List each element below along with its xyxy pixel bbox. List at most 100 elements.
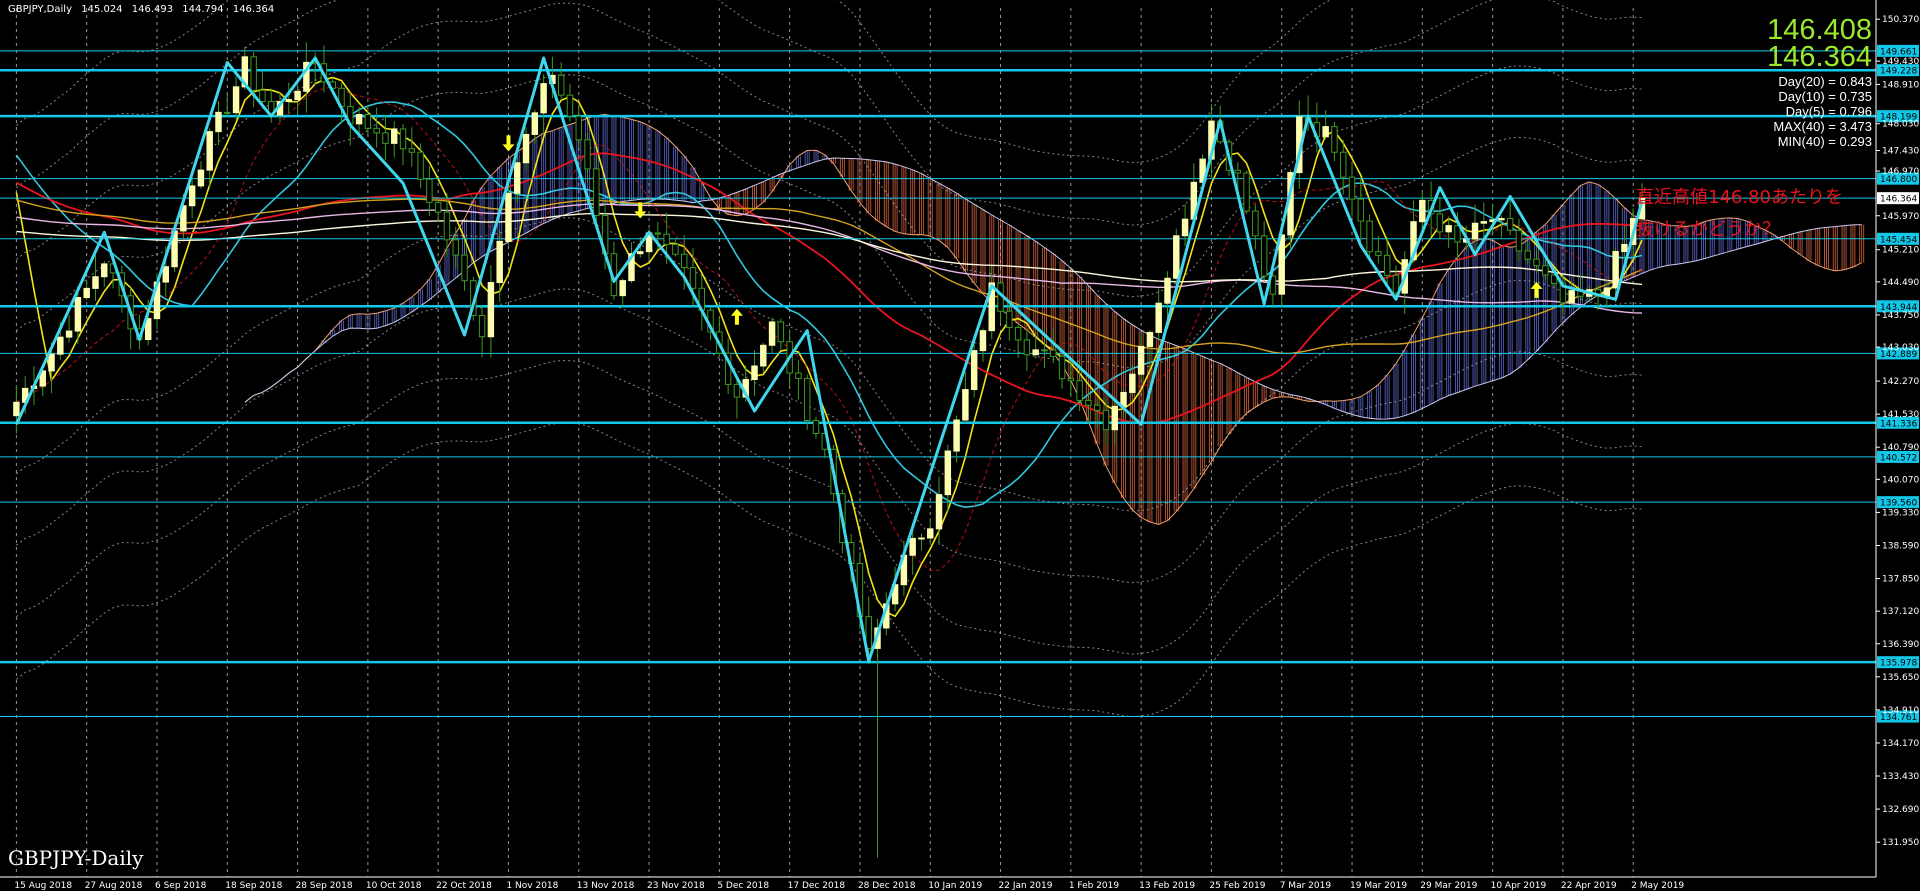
candle-bear [575,115,582,141]
candle-bear [443,211,451,241]
x-tick-label: 28 Dec 2018 [858,881,916,891]
candle-bull [927,528,934,539]
candle-bear [1366,220,1373,253]
candle-bull [1181,218,1189,237]
x-tick-label: 10 Apr 2019 [1491,881,1547,891]
candle-bull [65,330,73,338]
candle-bear [1533,258,1540,267]
y-tick-label: 137.120 [1882,607,1919,617]
candle-bear [364,113,372,129]
y-tick-label: 143.030 [1882,343,1919,353]
x-tick-label: 6 Sep 2018 [155,881,207,891]
candle-bull [1155,302,1162,333]
candle-bear [1006,310,1013,329]
candle-bull [970,350,978,391]
candle-bull [197,169,205,187]
y-tick-label: 146.970 [1882,167,1919,177]
candle-bear [777,321,785,343]
x-tick-label: 25 Feb 2019 [1209,881,1265,891]
annotation-line-1: 直近高値146.80あたりを [1636,187,1843,208]
candle-bull [496,240,503,284]
level-label: 140.572 [1880,453,1917,463]
stat-max40: MAX(40) = 3.473 [1773,119,1872,134]
x-tick-label: 22 Apr 2019 [1561,881,1617,891]
candle-bear [1243,172,1250,212]
stat-day5: Day(5) = 0.796 [1785,104,1872,119]
candle-bull [1120,391,1127,407]
candle-bear [259,89,266,103]
y-tick-label: 132.690 [1882,805,1919,815]
candle-bull [232,86,240,114]
symbol-timeframe: GBPJPY,Daily [8,4,72,15]
candle-bear [1102,409,1110,431]
x-tick-label: 19 Mar 2019 [1350,881,1407,891]
candle-bear [680,253,688,268]
candle-bull [1603,287,1611,297]
candle-bear [1067,378,1075,382]
x-tick-label: 5 Dec 2018 [717,881,769,891]
candle-bear [812,420,820,434]
candle-bear [250,56,257,91]
candle-bear [1542,265,1549,276]
candle-bear [1085,399,1092,406]
candle-bear [1357,198,1365,222]
x-tick-label: 1 Nov 2018 [506,881,558,891]
y-tick-label: 140.070 [1882,475,1919,485]
level-label: 139.560 [1880,499,1917,509]
candle-bear [654,232,662,235]
candle-bull [294,90,301,101]
candle-bull [188,185,196,207]
y-tick-label: 148.910 [1882,80,1919,90]
price-chart[interactable]: 149.661149.228148.199146.800146.364145.4… [0,0,1920,891]
candle-bear [426,178,433,203]
level-label: 145.454 [1880,235,1917,245]
candle-bear [689,266,697,289]
y-tick-label: 138.590 [1882,541,1919,551]
level-label: 141.336 [1880,419,1917,429]
x-tick-label: 13 Nov 2018 [577,881,635,891]
candle-bear [1506,218,1514,231]
x-tick-label: 7 Mar 2019 [1280,881,1332,891]
x-tick-label: 22 Jan 2019 [999,881,1053,891]
candle-bear [1050,349,1057,357]
candle-bull [522,133,530,164]
high-value: 146.493 [131,4,174,15]
chart-header: GBPJPY,Daily 145.024 146.493 144.794 146… [8,4,280,15]
candle-bull [391,128,398,144]
level-label: 149.661 [1880,47,1917,57]
candle-bear [1331,126,1338,153]
candle-bull [1568,290,1575,304]
y-tick-label: 137.850 [1882,575,1919,585]
x-tick-label: 27 Aug 2018 [85,881,143,891]
candle-bull [962,389,969,421]
candle-bull [979,330,987,352]
candle-bear [1260,235,1268,277]
candle-bull [101,263,108,278]
level-label: 149.228 [1880,67,1917,77]
candle-bull [215,111,222,133]
y-tick-label: 136.390 [1882,640,1919,650]
candle-bull [944,450,952,496]
candle-bull [1419,199,1426,223]
y-tick-label: 135.650 [1882,673,1919,683]
candle-bull [355,113,363,125]
x-tick-label: 17 Dec 2018 [788,881,846,891]
candle-bull [162,266,169,283]
candle-bull [1322,126,1329,138]
candle-bull [918,537,925,540]
candle-bear [1375,251,1382,256]
y-tick-label: 148.030 [1882,120,1919,130]
candle-bull [637,251,644,255]
y-tick-label: 134.910 [1882,706,1919,716]
y-tick-label: 139.330 [1882,508,1919,518]
candle-bull [1612,251,1619,289]
x-tick-label: 23 Nov 2018 [647,881,705,891]
candle-bear [672,243,679,255]
candle-bear [399,128,407,150]
volatility-stats: Day(20) = 0.843 Day(10) = 0.735 Day(5) =… [1773,74,1872,149]
candle-bull [514,162,521,194]
candle-bear [1234,169,1242,174]
price-display-2: 146.364 [1767,41,1872,73]
y-tick-label: 147.430 [1882,147,1919,157]
candle-bear [1436,213,1444,233]
